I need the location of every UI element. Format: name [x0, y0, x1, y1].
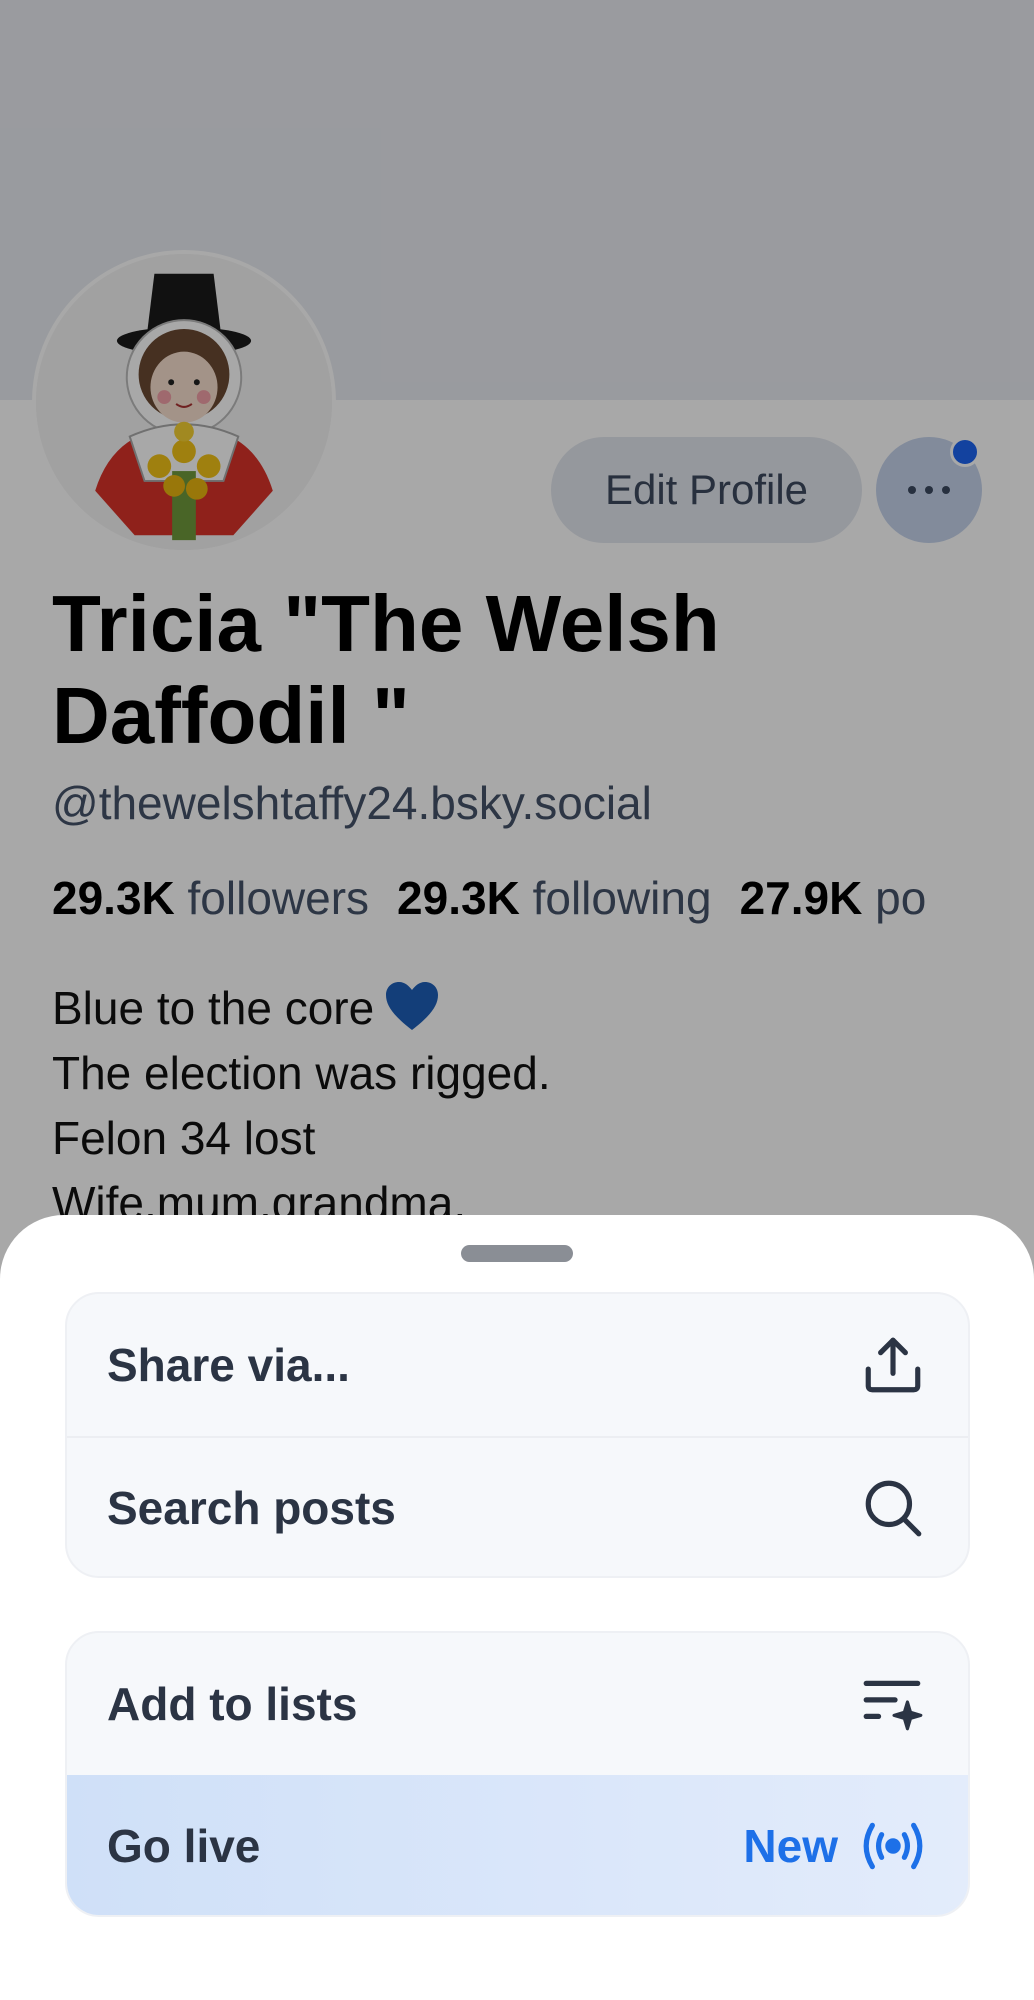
- menu-item-label: Go live: [107, 1820, 261, 1872]
- menu-group-1: Share via... Search posts: [65, 1292, 970, 1578]
- share-icon: [860, 1332, 926, 1398]
- menu-item-go-live[interactable]: Go live New: [67, 1775, 968, 1915]
- live-broadcast-icon: [860, 1813, 926, 1879]
- menu-item-add-to-lists[interactable]: Add to lists: [67, 1633, 968, 1775]
- menu-group-2: Add to lists Go live New: [65, 1631, 970, 1917]
- menu-item-search-posts[interactable]: Search posts: [67, 1436, 968, 1576]
- bottom-sheet: Share via... Search posts Add to lists G…: [0, 1215, 1034, 2000]
- menu-item-label: Add to lists: [107, 1678, 358, 1730]
- menu-item-label: Search posts: [107, 1482, 396, 1534]
- go-live-trailing: New: [743, 1813, 926, 1879]
- menu-item-share-via[interactable]: Share via...: [67, 1294, 968, 1436]
- list-sparkle-icon: [860, 1671, 926, 1737]
- sheet-drag-handle[interactable]: [461, 1245, 573, 1262]
- search-icon: [860, 1475, 926, 1541]
- menu-item-label: Share via...: [107, 1339, 350, 1391]
- new-badge: New: [743, 1820, 838, 1872]
